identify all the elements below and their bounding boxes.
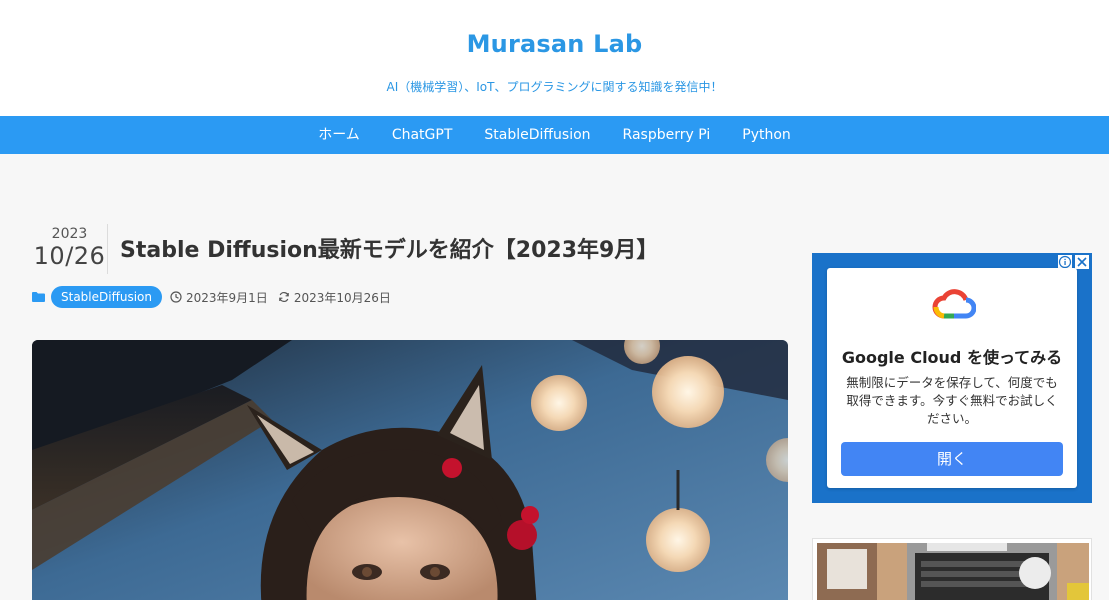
laptop-desk-photo-icon	[817, 543, 1089, 600]
nav-item-raspberry-pi[interactable]: Raspberry Pi	[607, 116, 727, 154]
folder-icon	[32, 292, 45, 302]
laptop-desk-photo	[817, 543, 1089, 600]
post-title: Stable Diffusion最新モデルを紹介【2023年9月】	[120, 238, 659, 263]
post-date-year: 2023	[51, 226, 88, 242]
ad-body: 無制限にデータを保存して、何度でも取得できます。今すぐ無料でお試しください。	[846, 375, 1058, 426]
site-header: Murasan Lab AI（機械学習）、IoT、プログラミングに関する知識を発…	[0, 0, 1109, 116]
ad-card[interactable]: Google Cloud を使ってみる 無制限にデータを保存して、何度でも取得で…	[827, 268, 1077, 488]
main-nav: ホーム ChatGPT StableDiffusion Raspberry Pi…	[0, 116, 1109, 154]
nav-item-chatgpt[interactable]: ChatGPT	[376, 116, 469, 154]
site-title[interactable]: Murasan Lab	[0, 30, 1109, 58]
refresh-icon	[279, 291, 289, 303]
sidebar-ad[interactable]: Google Cloud を使ってみる 無制限にデータを保存して、何度でも取得で…	[812, 253, 1092, 503]
updated-date: 2023年10月26日	[293, 290, 391, 305]
site-tagline: AI（機械学習）、IoT、プログラミングに関する知識を発信中！	[386, 80, 723, 94]
hero-image[interactable]	[32, 340, 788, 600]
published-date: 2023年9月1日	[186, 290, 268, 305]
nav-item-home[interactable]: ホーム	[302, 116, 376, 154]
nav-item-python[interactable]: Python	[726, 116, 807, 154]
google-cloud-logo-icon	[932, 289, 976, 319]
post-date: 2023 10/26	[32, 224, 108, 274]
post-meta: StableDiffusion 2023年9月1日 2023年10月26日	[32, 285, 401, 309]
sidebar-post-thumbnail[interactable]	[812, 538, 1092, 600]
ad-close-icon[interactable]	[1075, 255, 1089, 269]
post-date-month-day: 10/26	[33, 242, 106, 270]
ad-info-icon[interactable]	[1058, 255, 1072, 269]
ad-open-button[interactable]: 開く	[841, 442, 1063, 476]
anime-cat-girl-photo	[32, 340, 788, 600]
nav-item-stablediffusion[interactable]: StableDiffusion	[468, 116, 606, 154]
clock-icon	[170, 291, 182, 303]
ad-headline: Google Cloud を使ってみる	[841, 348, 1063, 367]
category-badge[interactable]: StableDiffusion	[51, 286, 162, 308]
